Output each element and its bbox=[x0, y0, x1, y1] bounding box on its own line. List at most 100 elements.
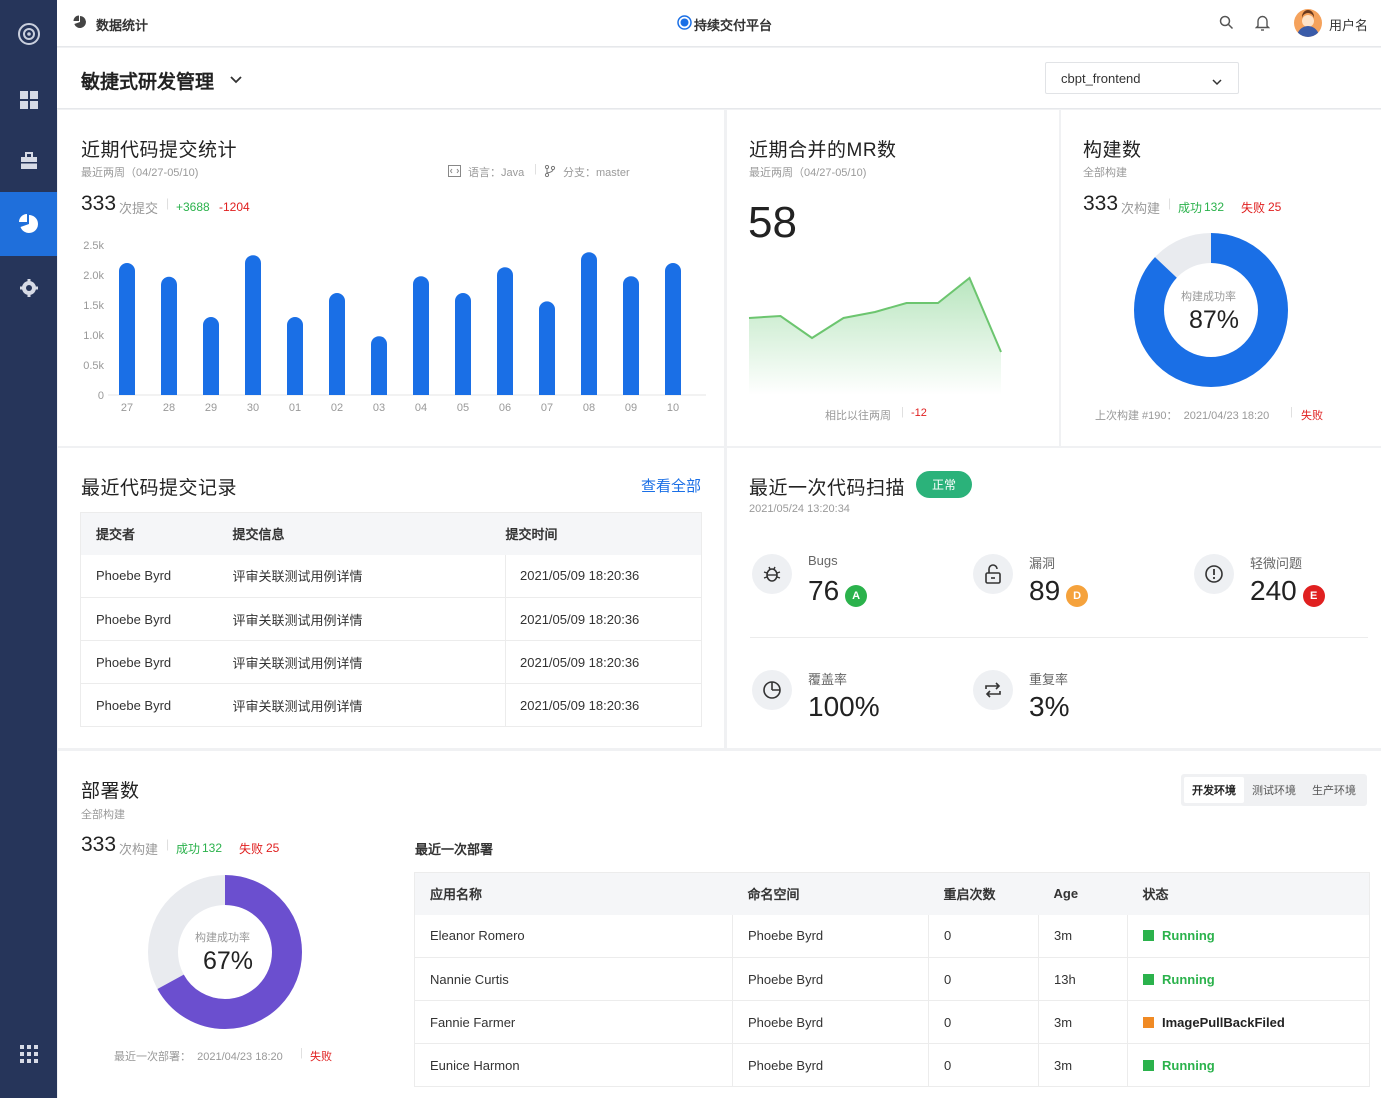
status-dot-icon bbox=[1143, 973, 1154, 985]
statistics-pie-icon[interactable] bbox=[0, 192, 57, 256]
user-name[interactable]: 用户名 bbox=[1329, 15, 1368, 34]
table-cell: 2021/05/09 18:20:36 bbox=[505, 554, 702, 598]
table-cell: Phoebe Byrd bbox=[732, 1043, 929, 1087]
bar-base bbox=[245, 387, 261, 395]
y-tick-label: 2.5k bbox=[83, 240, 104, 252]
divider: | bbox=[1168, 196, 1172, 210]
commit-stats-title: 近期代码提交统计 bbox=[81, 140, 238, 161]
pie-chart-icon bbox=[73, 15, 87, 34]
bar bbox=[371, 336, 387, 395]
table-cell: 评审关联测试用例详情 bbox=[232, 640, 506, 684]
build-success-label: 成功 bbox=[1178, 201, 1203, 215]
environment-tabs: 开发环境 测试环境 生产环境 bbox=[1181, 774, 1367, 806]
divider: | bbox=[166, 837, 170, 851]
coverage-label: 覆盖率 bbox=[808, 672, 848, 687]
bar-base bbox=[287, 387, 303, 395]
dashboard-icon[interactable] bbox=[0, 68, 57, 132]
table-cell: Nannie Curtis bbox=[414, 957, 733, 1001]
code-scan-panel: 最近一次代码扫描 正常 2021/05/24 13:20:34 Bugs 76 A… bbox=[727, 448, 1381, 748]
vulnerability-label: 漏洞 bbox=[1029, 556, 1056, 571]
deploy-table: 应用名称 命名空间 重启次数 Age 状态 Eleanor Romero Phoe… bbox=[414, 872, 1370, 1087]
bar bbox=[665, 263, 681, 395]
recent-deploy-label: 最近一次部署 bbox=[415, 842, 494, 857]
column-header: Age bbox=[1038, 872, 1128, 915]
branch-icon bbox=[544, 164, 556, 182]
build-rate-label: 构建成功率 bbox=[1181, 291, 1236, 303]
tab-dev-env[interactable]: 开发环境 bbox=[1184, 777, 1244, 803]
table-row[interactable]: Eunice Harmon Phoebe Byrd 0 3m Running bbox=[414, 1043, 1370, 1087]
unlock-icon bbox=[973, 554, 1013, 594]
table-row[interactable]: Phoebe Byrd 评审关联测试用例详情 2021/05/09 18:20:36 bbox=[80, 640, 702, 684]
deploy-title: 部署数 bbox=[81, 781, 140, 802]
sidebar bbox=[0, 0, 57, 1098]
project-header: 敏捷式研发管理 cbpt_frontend bbox=[57, 48, 1381, 109]
minor-issues-label: 轻微问题 bbox=[1250, 556, 1303, 571]
table-row[interactable]: Nannie Curtis Phoebe Byrd 0 13h Running bbox=[414, 957, 1370, 1001]
y-tick-label: 0.5k bbox=[83, 360, 104, 372]
app-logo-icon[interactable] bbox=[0, 2, 57, 66]
branch-label: 分支：master bbox=[563, 167, 630, 179]
search-icon[interactable] bbox=[1219, 15, 1234, 35]
briefcase-icon[interactable] bbox=[0, 129, 57, 193]
table-cell: Eleanor Romero bbox=[414, 914, 733, 958]
chevron-down-icon[interactable] bbox=[230, 72, 242, 90]
table-row[interactable]: Phoebe Byrd 评审关联测试用例详情 2021/05/09 18:20:36 bbox=[80, 597, 702, 641]
build-count: 333 bbox=[1083, 192, 1119, 215]
avatar[interactable] bbox=[1294, 9, 1322, 37]
table-row[interactable]: Phoebe Byrd 评审关联测试用例详情 2021/05/09 18:20:36 bbox=[80, 683, 702, 727]
duplication-value: 3% bbox=[1029, 691, 1070, 722]
tab-prod-env[interactable]: 生产环境 bbox=[1304, 777, 1364, 803]
status-text: Running bbox=[1162, 971, 1215, 987]
mr-area-fill bbox=[749, 278, 1001, 395]
status-dot-icon bbox=[1143, 1016, 1154, 1028]
bar bbox=[329, 293, 345, 395]
table-row[interactable]: Phoebe Byrd 评审关联测试用例详情 2021/05/09 18:20:36 bbox=[80, 554, 702, 598]
status-cell: Running bbox=[1127, 957, 1370, 1001]
status-text: Running bbox=[1162, 928, 1215, 944]
bar bbox=[581, 252, 597, 395]
bell-icon[interactable] bbox=[1254, 14, 1271, 36]
bar-base bbox=[665, 387, 681, 395]
build-fail-count: 25 bbox=[1268, 200, 1282, 214]
bar-base bbox=[455, 387, 471, 395]
x-tick-label: 09 bbox=[625, 402, 637, 414]
settings-gear-icon[interactable] bbox=[0, 256, 57, 320]
build-stats-panel: 构建数 全部构建 333 次构建 | 成功 132 失败 25 构建成功率 87… bbox=[1061, 110, 1381, 446]
minor-issues-metric: 240 E bbox=[1250, 575, 1325, 607]
table-cell: Phoebe Byrd bbox=[732, 1000, 929, 1044]
project-title[interactable]: 敏捷式研发管理 bbox=[81, 67, 214, 94]
repeat-icon bbox=[973, 670, 1013, 710]
top-bar: 数据统计 持续交付平台 用户名 bbox=[57, 0, 1381, 47]
divider: | bbox=[534, 163, 537, 175]
view-all-link[interactable]: 查看全部 bbox=[641, 475, 701, 496]
status-cell: Running bbox=[1127, 1043, 1370, 1087]
commit-count: 333 bbox=[81, 192, 117, 215]
repo-select[interactable]: cbpt_frontend bbox=[1045, 62, 1239, 94]
bar bbox=[413, 276, 429, 395]
lines-added: +3688 bbox=[176, 200, 210, 214]
bar bbox=[245, 255, 261, 395]
mr-trend-area-chart bbox=[748, 276, 1002, 395]
last-build: 上次构建 #190： 2021/04/23 18:20 bbox=[1095, 410, 1270, 422]
build-success-count: 132 bbox=[1204, 200, 1225, 214]
tab-test-env[interactable]: 测试环境 bbox=[1244, 777, 1304, 803]
deploy-success-label: 成功 bbox=[176, 842, 201, 856]
table-cell: Phoebe Byrd bbox=[80, 683, 233, 727]
column-header: 提交者 bbox=[80, 512, 233, 555]
repo-select-value: cbpt_frontend bbox=[1061, 71, 1141, 86]
minor-issues-grade-badge: E bbox=[1302, 584, 1325, 607]
language-label: 语言：Java bbox=[468, 167, 525, 179]
table-cell: 0 bbox=[928, 1000, 1039, 1044]
coverage-value: 100% bbox=[808, 691, 880, 722]
divider: | bbox=[1290, 406, 1293, 418]
apps-grid-icon[interactable] bbox=[0, 1022, 57, 1086]
table-cell: Phoebe Byrd bbox=[80, 554, 233, 598]
table-row[interactable]: Eleanor Romero Phoebe Byrd 0 3m Running bbox=[414, 914, 1370, 958]
commit-log-table: 提交者 提交信息 提交时间 Phoebe Byrd 评审关联测试用例详情 2021/… bbox=[80, 512, 702, 727]
status-dot-icon bbox=[1143, 930, 1154, 942]
bugs-grade-badge: A bbox=[845, 584, 868, 607]
last-build-status: 失败 bbox=[1301, 410, 1323, 422]
table-row[interactable]: Fannie Farmer Phoebe Byrd 0 3m ImagePullBack… bbox=[414, 1000, 1370, 1044]
table-cell: 2021/05/09 18:20:36 bbox=[505, 640, 702, 684]
bar-base bbox=[329, 387, 345, 395]
